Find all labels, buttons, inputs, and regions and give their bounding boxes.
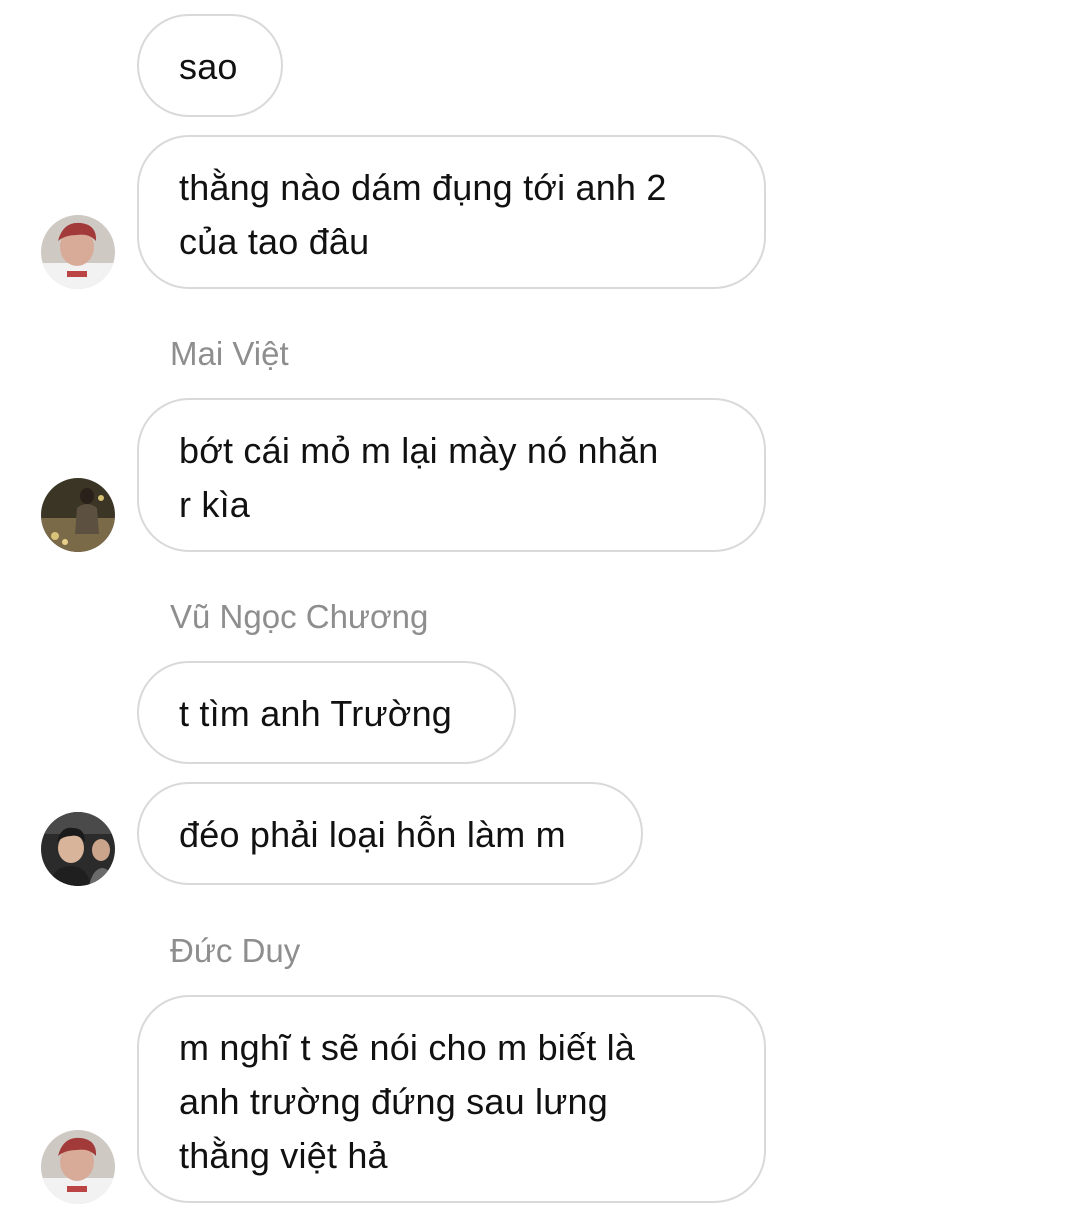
sender-name: Vũ Ngọc Chương <box>170 598 429 635</box>
message-text: bớt cái mỏ m lại mày nó nhăn r kìa <box>179 430 659 525</box>
message-bubble[interactable]: sao <box>137 14 283 117</box>
message-bubble[interactable]: t tìm anh Trường <box>137 661 516 764</box>
message-text: t tìm anh Trường <box>179 693 453 734</box>
message-text: đéo phải loại hỗn làm m <box>179 814 566 855</box>
message-text: thằng nào dám đụng tới anh 2 của tao đâu <box>179 167 667 262</box>
sender-name: Đức Duy <box>170 932 301 969</box>
user-avatar-icon[interactable] <box>41 812 115 886</box>
sender-name: Mai Việt <box>170 335 289 372</box>
message-bubble[interactable]: bớt cái mỏ m lại mày nó nhăn r kìa <box>137 398 766 552</box>
message-text: m nghĩ t sẽ nói cho m biết là anh trường… <box>179 1027 636 1176</box>
user-avatar-icon[interactable] <box>41 1130 115 1204</box>
user-avatar-icon[interactable] <box>41 215 115 289</box>
message-bubble[interactable]: m nghĩ t sẽ nói cho m biết là anh trường… <box>137 995 766 1203</box>
user-avatar-icon[interactable] <box>41 478 115 552</box>
message-bubble[interactable]: đéo phải loại hỗn làm m <box>137 782 643 885</box>
message-text: sao <box>179 46 238 87</box>
message-bubble[interactable]: thằng nào dám đụng tới anh 2 của tao đâu <box>137 135 766 289</box>
